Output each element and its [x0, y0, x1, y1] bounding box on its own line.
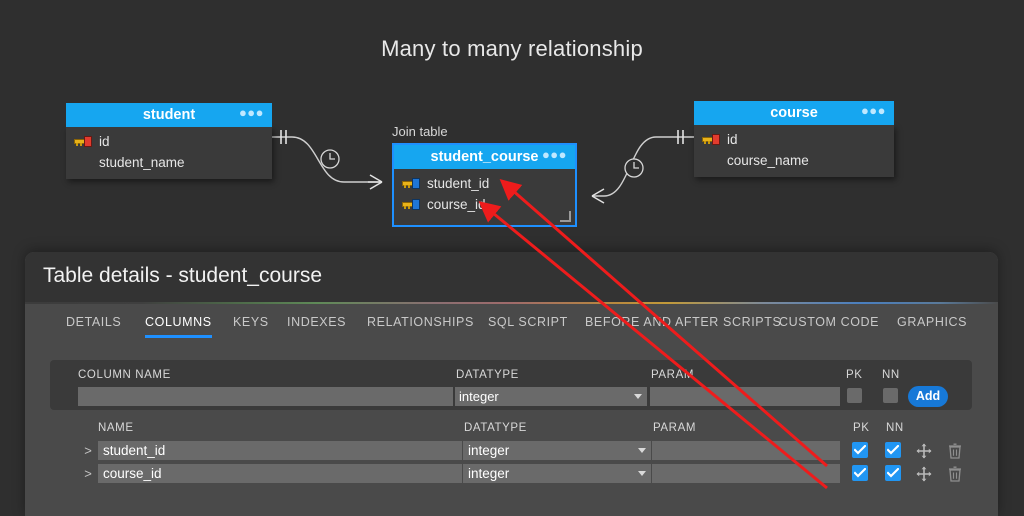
app-root: Many to many relationship	[0, 0, 1024, 516]
chevron-down-icon	[638, 471, 646, 476]
entity-field-label: student_name	[99, 155, 185, 170]
row-expander[interactable]: >	[82, 443, 94, 458]
ellipsis-icon[interactable]: ●●●	[542, 145, 567, 169]
primary-key-icon	[702, 134, 720, 145]
entity-field[interactable]: course_name	[694, 150, 894, 171]
tab-sql-script[interactable]: SQL SCRIPT	[488, 315, 568, 329]
entity-student-course-header[interactable]: student_course ●●●	[394, 145, 575, 169]
entity-field[interactable]: id	[66, 131, 272, 152]
entity-field-label: id	[99, 134, 110, 149]
row-param-input[interactable]	[652, 464, 840, 483]
entity-field-label: student_id	[427, 176, 489, 191]
foreign-key-icon	[402, 178, 420, 189]
row-pk-checkbox[interactable]	[852, 465, 868, 481]
join-table-label: Join table	[392, 124, 448, 139]
nn-checkbox[interactable]	[883, 388, 898, 403]
entity-course[interactable]: course ●●● id course_name	[694, 101, 894, 177]
entity-field[interactable]: student_name	[66, 152, 272, 173]
row-nn-checkbox[interactable]	[885, 465, 901, 481]
row-datatype-select[interactable]: integer	[463, 441, 651, 460]
table-row[interactable]: > course_id integer	[50, 464, 998, 485]
row-expander[interactable]: >	[82, 466, 94, 481]
pk-checkbox[interactable]	[847, 388, 862, 403]
entity-course-header[interactable]: course ●●●	[694, 101, 894, 125]
entity-field[interactable]: course_id	[394, 194, 575, 215]
page-title: Table details - student_course	[43, 264, 322, 288]
entity-student-course-fields: student_id course_id	[394, 169, 575, 225]
column-name-label: COLUMN NAME	[78, 369, 171, 381]
table-details-panel: Table details - student_course DETAILS C…	[25, 252, 998, 516]
trash-icon[interactable]	[948, 466, 962, 482]
add-button[interactable]: Add	[908, 386, 948, 407]
entity-field[interactable]: id	[694, 129, 894, 150]
nn-label: NN	[882, 369, 900, 381]
tab-keys[interactable]: KEYS	[233, 315, 269, 329]
move-icon[interactable]	[916, 443, 932, 459]
pk-label: PK	[846, 369, 863, 381]
grid-param-header: PARAM	[653, 422, 696, 434]
grid-nn-header: NN	[886, 422, 904, 434]
tab-relationships[interactable]: RELATIONSHIPS	[367, 315, 474, 329]
resize-handle[interactable]	[560, 211, 571, 222]
param-label: PARAM	[651, 369, 694, 381]
row-name-input[interactable]: student_id	[98, 441, 462, 460]
row-datatype-select[interactable]: integer	[463, 464, 651, 483]
grid-datatype-header: DATATYPE	[464, 422, 527, 434]
panel-tabs: DETAILS COLUMNS KEYS INDEXES RELATIONSHI…	[25, 304, 998, 344]
entity-field-label: course_id	[427, 197, 486, 212]
entity-field-label: id	[727, 132, 738, 147]
tab-indexes[interactable]: INDEXES	[287, 315, 346, 329]
entity-student-course[interactable]: student_course ●●● student_id course_id	[392, 143, 577, 227]
row-pk-checkbox[interactable]	[852, 442, 868, 458]
trash-icon[interactable]	[948, 443, 962, 459]
columns-grid-header: NAME DATATYPE PARAM PK NN	[50, 420, 998, 437]
entity-field[interactable]: student_id	[394, 173, 575, 194]
panel-header: Table details - student_course	[25, 252, 998, 302]
grid-name-header: NAME	[98, 422, 134, 434]
move-icon[interactable]	[916, 466, 932, 482]
entity-student-title: student	[143, 107, 195, 123]
chevron-down-icon	[634, 394, 642, 399]
columns-grid: NAME DATATYPE PARAM PK NN > student_id i…	[50, 420, 998, 483]
chevron-down-icon	[638, 448, 646, 453]
table-row[interactable]: > student_id integer	[50, 441, 998, 462]
tab-custom-code[interactable]: CUSTOM CODE	[779, 315, 879, 329]
datatype-select-value: integer	[459, 389, 499, 404]
row-nn-checkbox[interactable]	[885, 442, 901, 458]
row-name-input[interactable]: course_id	[98, 464, 462, 483]
tab-columns[interactable]: COLUMNS	[145, 315, 212, 329]
grid-pk-header: PK	[853, 422, 870, 434]
columns-tab-content: COLUMN NAME DATATYPE PARAM PK NN integer…	[25, 344, 998, 516]
active-tab-underline	[145, 335, 212, 338]
param-input[interactable]	[650, 387, 840, 406]
datatype-label: DATATYPE	[456, 369, 519, 381]
tab-graphics[interactable]: GRAPHICS	[897, 315, 967, 329]
entity-course-title: course	[770, 105, 818, 121]
column-name-input[interactable]	[78, 387, 453, 406]
foreign-key-icon	[402, 199, 420, 210]
tab-before-after-scripts[interactable]: BEFORE AND AFTER SCRIPTS	[585, 315, 781, 329]
entity-student-header[interactable]: student ●●●	[66, 103, 272, 127]
add-column-form: COLUMN NAME DATATYPE PARAM PK NN integer…	[50, 360, 972, 410]
ellipsis-icon[interactable]: ●●●	[239, 103, 264, 127]
tab-details[interactable]: DETAILS	[66, 315, 121, 329]
entity-student[interactable]: student ●●● id student_name	[66, 103, 272, 179]
datatype-select[interactable]: integer	[455, 387, 647, 406]
entity-field-label: course_name	[727, 153, 809, 168]
entity-student-fields: id student_name	[66, 127, 272, 179]
entity-student-course-title: student_course	[431, 149, 539, 165]
er-diagram-canvas[interactable]: Many to many relationship	[0, 0, 1024, 252]
row-param-input[interactable]	[652, 441, 840, 460]
ellipsis-icon[interactable]: ●●●	[861, 101, 886, 125]
primary-key-icon	[74, 136, 92, 147]
entity-course-fields: id course_name	[694, 125, 894, 177]
